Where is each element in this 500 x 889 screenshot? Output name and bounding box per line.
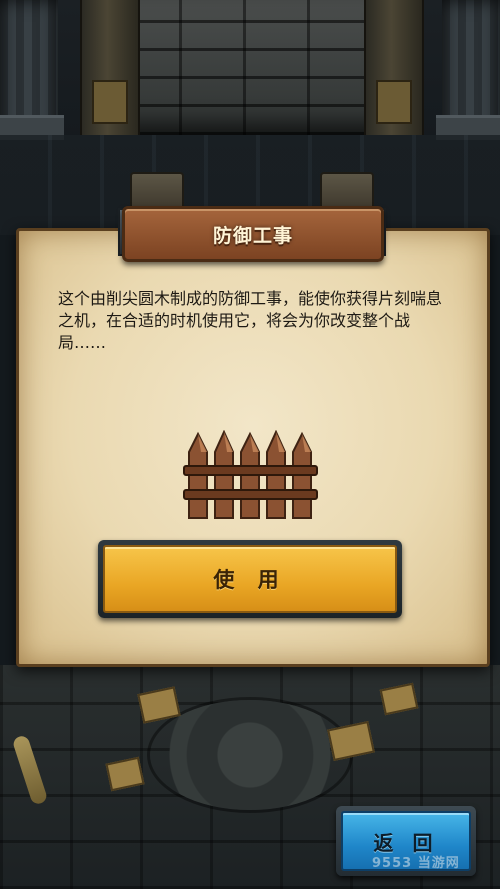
game-screen: 防御工事 这个由削尖圆木制成的防御工事，能使你获得片刻喘息之机，在合适的时机使用… bbox=[0, 0, 500, 889]
dialog-title: 防御工事 bbox=[212, 225, 293, 247]
rune-plaque-icon bbox=[376, 80, 412, 124]
use-button[interactable]: 使 用 bbox=[98, 540, 402, 618]
carved-pillar-right bbox=[364, 0, 424, 135]
use-button-label: 使 用 bbox=[213, 568, 287, 592]
stone-column-left bbox=[0, 0, 64, 140]
wooden-barricade-icon bbox=[183, 430, 318, 519]
rune-plaque-icon bbox=[92, 80, 128, 124]
use-button-face[interactable]: 使 用 bbox=[103, 545, 397, 613]
stone-column-right bbox=[436, 0, 500, 140]
floor-seal-emblem bbox=[150, 700, 350, 810]
site-watermark: 9553 当游网 bbox=[372, 856, 460, 871]
stone-wall bbox=[115, 0, 385, 135]
dialog-title-banner: 防御工事 bbox=[122, 206, 384, 262]
carved-pillar-left bbox=[80, 0, 140, 135]
item-description: 这个由削尖圆木制成的防御工事，能使你获得片刻喘息之机，在合适的时机使用它，将会为… bbox=[58, 289, 443, 352]
